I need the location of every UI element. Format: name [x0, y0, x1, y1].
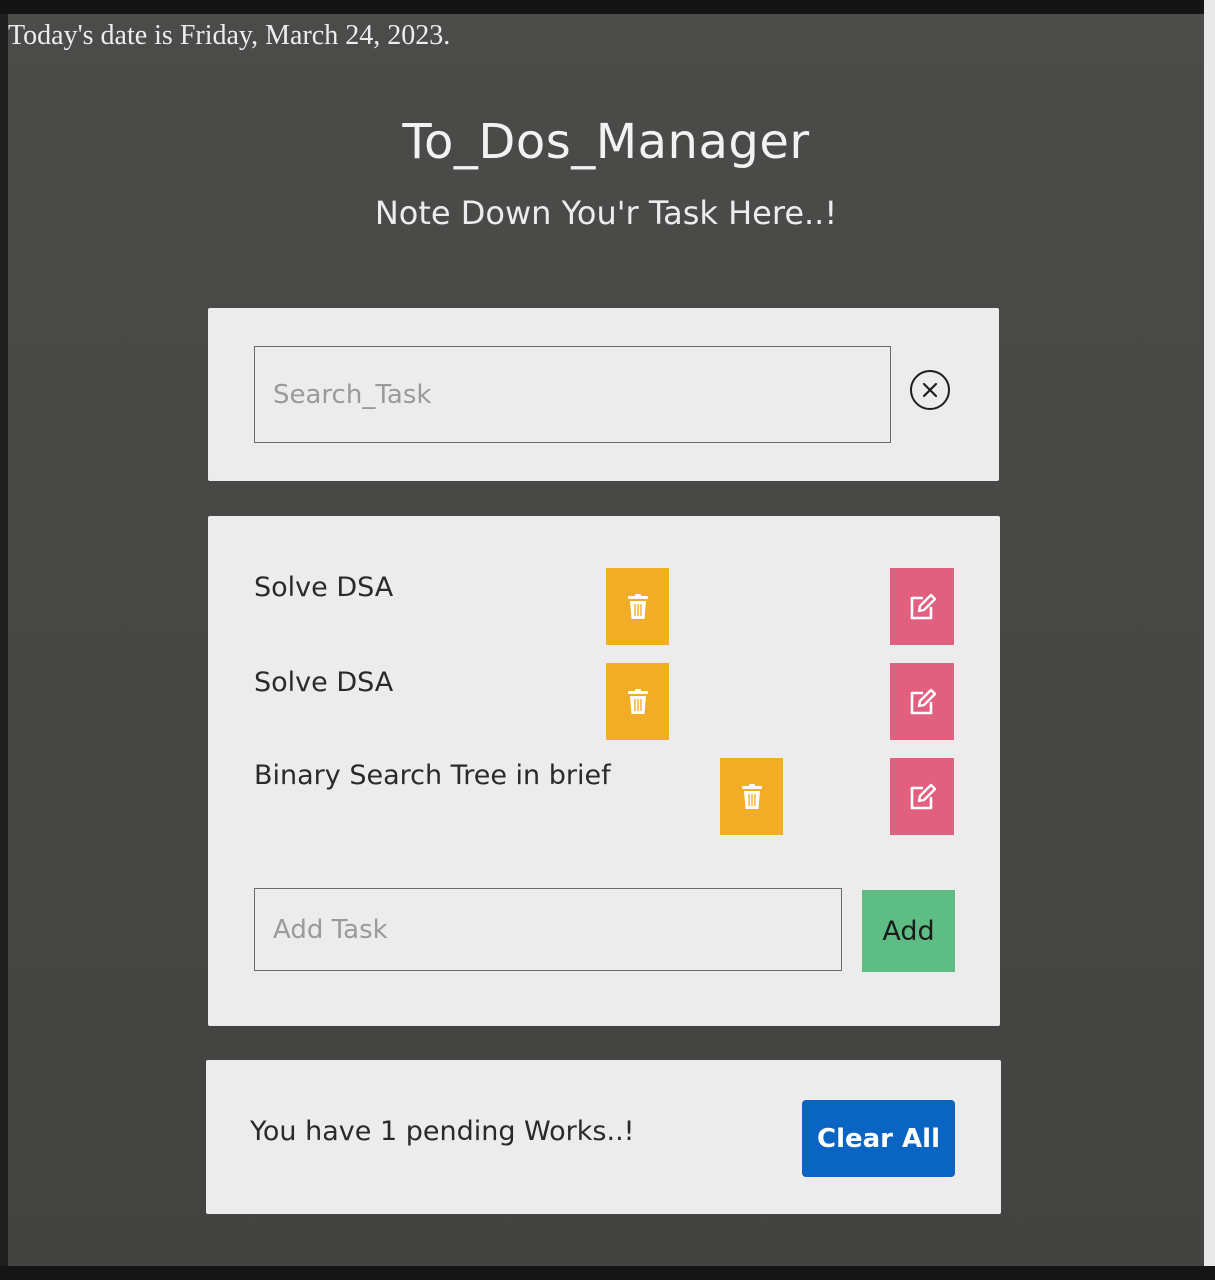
delete-task-button[interactable] — [606, 663, 669, 740]
footer-card: You have 1 pending Works..! Clear All — [206, 1060, 1001, 1214]
page-subtitle: Note Down You'r Task Here..! — [374, 194, 838, 232]
task-text: Solve DSA — [254, 667, 394, 698]
date-text: Today's date is Friday, March 24, 2023. — [8, 20, 451, 51]
search-input[interactable] — [254, 346, 891, 443]
delete-task-button[interactable] — [606, 568, 669, 645]
page-title: To_Dos_Manager — [402, 114, 810, 170]
trash-icon — [627, 593, 649, 620]
trash-icon — [741, 783, 763, 810]
task-row: Binary Search Tree in brief — [208, 758, 1000, 838]
edit-icon — [907, 593, 937, 621]
taskbar — [0, 1266, 1215, 1280]
task-row: Solve DSA — [208, 568, 1000, 648]
task-text: Solve DSA — [254, 572, 394, 603]
task-list-card: Solve DSA Solve DSA Binary Search Tree i… — [208, 516, 1000, 1026]
edit-icon — [907, 783, 937, 811]
task-row: Solve DSA — [208, 663, 1000, 743]
edit-icon — [907, 688, 937, 716]
close-circle-icon[interactable] — [910, 370, 950, 410]
delete-task-button[interactable] — [720, 758, 783, 835]
browser-top-bar — [0, 0, 1215, 14]
add-task-input[interactable] — [254, 888, 842, 971]
edit-task-button[interactable] — [890, 758, 954, 835]
clear-all-button[interactable]: Clear All — [802, 1100, 955, 1177]
pending-count-text: You have 1 pending Works..! — [250, 1116, 635, 1147]
screen-bezel-right — [1204, 0, 1215, 1280]
add-task-button[interactable]: Add — [862, 890, 955, 972]
trash-icon — [627, 688, 649, 715]
edit-task-button[interactable] — [890, 568, 954, 645]
page-background: Today's date is Friday, March 24, 2023. … — [8, 14, 1204, 1266]
task-text: Binary Search Tree in brief — [254, 760, 611, 791]
edit-task-button[interactable] — [890, 663, 954, 740]
search-card — [208, 308, 999, 481]
